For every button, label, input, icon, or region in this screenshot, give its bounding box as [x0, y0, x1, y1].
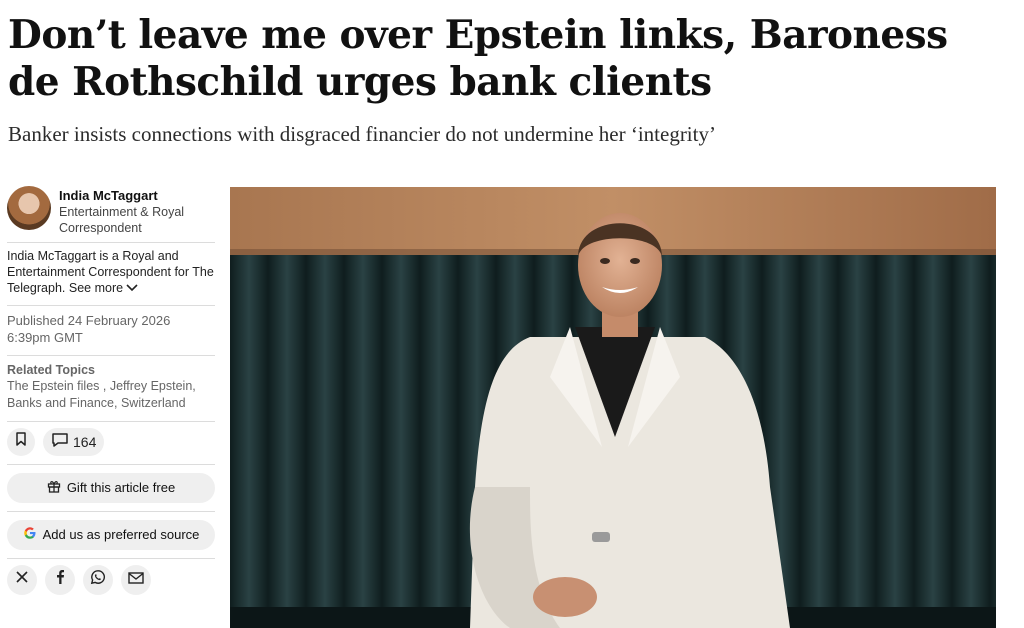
share-buttons: [7, 559, 215, 595]
gift-article-button[interactable]: Gift this article free: [7, 472, 215, 503]
author-name-link[interactable]: India McTaggart: [59, 188, 215, 204]
preferred-source-label: Add us as preferred source: [42, 527, 200, 543]
article-actions: 164: [7, 422, 215, 464]
facebook-icon: [55, 569, 65, 590]
gift-label: Gift this article free: [66, 480, 176, 496]
author-role: Entertainment & Royal Correspondent: [59, 205, 185, 235]
see-more-button[interactable]: See more: [69, 281, 139, 295]
published-info: Published 24 February 2026 6:39pm GMT: [7, 306, 215, 355]
related-topics: Related Topics The Epstein files , Jeffr…: [7, 356, 215, 421]
preferred-source-button[interactable]: Add us as preferred source: [7, 519, 215, 550]
share-facebook-button[interactable]: [45, 564, 75, 595]
share-email-button[interactable]: [121, 564, 151, 595]
comment-count: 164: [73, 433, 97, 450]
bookmark-button[interactable]: [7, 427, 35, 456]
author-bio: India McTaggart is a Royal and Entertain…: [7, 243, 215, 305]
published-date: Published 24 February 2026: [7, 312, 171, 328]
share-x-button[interactable]: [7, 564, 37, 595]
chevron-down-icon: [125, 281, 139, 297]
divider: [7, 510, 215, 512]
comment-icon: [51, 432, 69, 451]
article-photo: [230, 187, 996, 628]
gift-icon: [47, 479, 61, 496]
article-headline: Don’t leave me over Epstein links, Baron…: [8, 12, 948, 105]
portrait-illustration: [230, 187, 996, 628]
google-g-icon: [23, 526, 37, 543]
divider: [7, 463, 215, 465]
article-sidebar: India McTaggart Entertainment & Royal Co…: [7, 186, 215, 595]
comments-button[interactable]: 164: [43, 427, 105, 456]
article-standfirst: Banker insists connections with disgrace…: [8, 122, 716, 146]
x-icon: [15, 570, 29, 589]
author-avatar[interactable]: [7, 186, 51, 230]
email-icon: [128, 571, 144, 589]
bookmark-icon: [14, 431, 28, 452]
share-whatsapp-button[interactable]: [83, 564, 113, 595]
whatsapp-icon: [90, 569, 106, 590]
related-topics-links[interactable]: The Epstein files , Jeffrey Epstein, Ban…: [7, 378, 215, 412]
author-block: India McTaggart Entertainment & Royal Co…: [7, 186, 215, 242]
see-more-label: See more: [68, 281, 124, 295]
published-time: 6:39pm GMT: [7, 329, 83, 345]
related-topics-title: Related Topics: [7, 362, 95, 377]
